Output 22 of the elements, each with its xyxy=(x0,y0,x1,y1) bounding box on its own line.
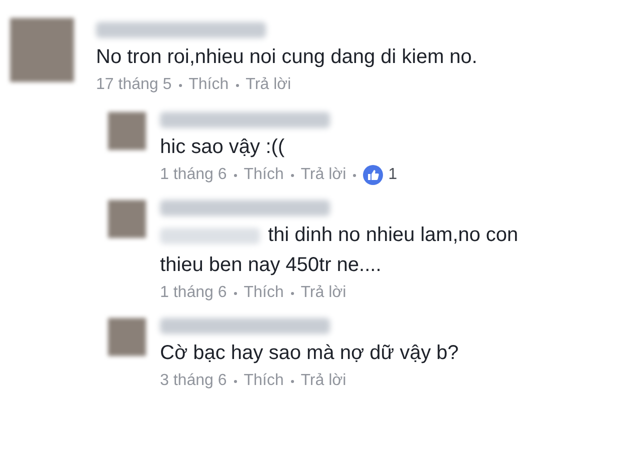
like-link[interactable]: Thích xyxy=(188,72,229,98)
thumbs-up-icon xyxy=(363,165,384,185)
avatar-placeholder xyxy=(108,112,146,150)
comment-text: thi dinh no nhieu lam,no con thieu ben nay 450tr ne.... xyxy=(160,223,520,278)
avatar-placeholder xyxy=(108,200,146,238)
avatar-placeholder xyxy=(108,318,146,356)
reply-link[interactable]: Trả lời xyxy=(300,280,346,306)
like-count: 1 xyxy=(388,165,398,185)
comment-date: 3 tháng 6 xyxy=(160,371,227,391)
reply-link[interactable]: Trả lời xyxy=(246,72,292,98)
comment-text: No tron roi,nhieu noi cung dang di kiem no. xyxy=(96,45,478,70)
comment-date: 17 tháng 5 xyxy=(96,75,172,95)
reply-link[interactable]: Trả lời xyxy=(300,368,346,394)
avatar-placeholder xyxy=(10,18,74,82)
like-link[interactable]: Thích xyxy=(244,280,284,306)
comment-date: 1 tháng 6 xyxy=(160,283,227,303)
like-link[interactable]: Thích xyxy=(244,368,284,394)
reply-link[interactable]: Trả lời xyxy=(300,162,346,188)
comment-text: hic sao vậy :(( xyxy=(160,135,286,160)
comment-date: 1 tháng 6 xyxy=(160,165,227,185)
comment-text: Cờ bạc hay sao mà nợ dữ vậy b? xyxy=(160,341,460,366)
like-link[interactable]: Thích xyxy=(244,162,284,188)
